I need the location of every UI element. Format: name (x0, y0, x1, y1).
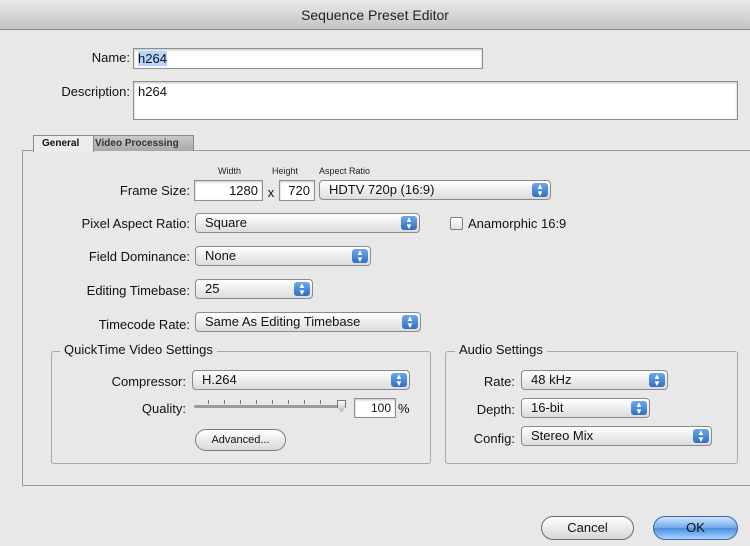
name-field[interactable]: h264 (133, 48, 483, 69)
slider-tick (272, 400, 273, 404)
slider-tick (224, 400, 225, 404)
updown-chevron-icon: ▲ ▼ (631, 401, 647, 416)
advanced-button[interactable]: Advanced... (195, 429, 286, 451)
anamorphic-checkbox[interactable] (450, 217, 463, 230)
updown-chevron-icon: ▲ ▼ (532, 183, 548, 198)
slider-thumb-icon[interactable] (337, 400, 346, 412)
audio-settings-title: Audio Settings (455, 342, 547, 357)
anamorphic-label: Anamorphic 16:9 (468, 216, 567, 231)
editing-timebase-popup[interactable]: 25 ▲ ▼ (195, 279, 313, 299)
quality-label: Quality: (141, 401, 186, 416)
compressor-popup[interactable]: H.264 ▲ ▼ (192, 370, 410, 390)
frame-size-x: x (267, 185, 275, 200)
frame-height-value: 720 (288, 183, 310, 198)
width-caption: Width (218, 166, 242, 176)
quality-unit: % (398, 401, 410, 416)
description-label: Description: (61, 84, 130, 99)
pixel-aspect-ratio-label: Pixel Aspect Ratio: (81, 216, 190, 231)
config-popup[interactable]: Stereo Mix ▲ ▼ (521, 426, 712, 446)
frame-size-label: Frame Size: (119, 183, 190, 198)
updown-chevron-icon: ▲ ▼ (402, 315, 418, 330)
rate-popup[interactable]: 48 kHz ▲ ▼ (521, 370, 668, 390)
updown-chevron-icon: ▲ ▼ (693, 429, 709, 444)
ok-button[interactable]: OK (653, 516, 738, 540)
tab-video-processing[interactable]: Video Processing (86, 135, 194, 151)
compressor-label: Compressor: (111, 374, 186, 389)
updown-chevron-icon: ▲ ▼ (294, 282, 310, 297)
updown-chevron-icon: ▲ ▼ (391, 373, 407, 388)
quality-slider-track (194, 405, 346, 408)
aspect-ratio-caption: Aspect Ratio (319, 166, 371, 176)
compressor-value: H.264 (202, 372, 237, 387)
pixel-aspect-ratio-value: Square (205, 215, 247, 230)
quality-slider[interactable] (190, 398, 352, 416)
pixel-aspect-ratio-popup[interactable]: Square ▲ ▼ (195, 213, 420, 233)
name-value: h264 (138, 51, 167, 66)
slider-tick (240, 400, 241, 404)
name-label: Name: (91, 50, 130, 65)
quicktime-settings-title: QuickTime Video Settings (60, 342, 217, 357)
depth-label: Depth: (476, 402, 515, 417)
quality-value: 100 (370, 401, 391, 415)
config-value: Stereo Mix (531, 428, 594, 443)
config-label: Config: (473, 431, 515, 446)
timecode-rate-value: Same As Editing Timebase (205, 314, 361, 329)
depth-value: 16-bit (531, 400, 564, 415)
updown-chevron-icon: ▲ ▼ (401, 216, 417, 231)
slider-tick (320, 400, 321, 404)
tab-general[interactable]: General (33, 135, 95, 152)
frame-height-field[interactable]: 720 (279, 180, 315, 201)
rate-label: Rate: (483, 374, 515, 389)
description-value: h264 (138, 84, 167, 99)
aspect-ratio-popup[interactable]: HDTV 720p (16:9) ▲ ▼ (319, 180, 551, 200)
field-dominance-popup[interactable]: None ▲ ▼ (195, 246, 371, 266)
aspect-ratio-value: HDTV 720p (16:9) (329, 182, 435, 197)
slider-tick (256, 400, 257, 404)
slider-tick (208, 400, 209, 404)
slider-tick (304, 400, 305, 404)
timecode-rate-label: Timecode Rate: (98, 317, 190, 332)
frame-width-value: 1280 (229, 183, 258, 198)
window-title: Sequence Preset Editor (0, 0, 750, 30)
updown-chevron-icon: ▲ ▼ (649, 373, 665, 388)
quality-field[interactable]: 100 (354, 398, 396, 418)
sequence-preset-editor-window: Sequence Preset Editor Name: h264 Descri… (0, 0, 750, 546)
field-dominance-value: None (205, 248, 237, 263)
rate-value: 48 kHz (531, 372, 572, 387)
depth-popup[interactable]: 16-bit ▲ ▼ (521, 398, 650, 418)
cancel-button[interactable]: Cancel (541, 516, 634, 540)
height-caption: Height (272, 166, 299, 176)
slider-tick (288, 400, 289, 404)
updown-chevron-icon: ▲ ▼ (352, 249, 368, 264)
timecode-rate-popup[interactable]: Same As Editing Timebase ▲ ▼ (195, 312, 421, 332)
description-field[interactable]: h264 (133, 81, 738, 120)
editing-timebase-value: 25 (205, 281, 220, 296)
frame-width-field[interactable]: 1280 (194, 180, 263, 201)
field-dominance-label: Field Dominance: (88, 249, 190, 264)
editing-timebase-label: Editing Timebase: (86, 283, 190, 298)
